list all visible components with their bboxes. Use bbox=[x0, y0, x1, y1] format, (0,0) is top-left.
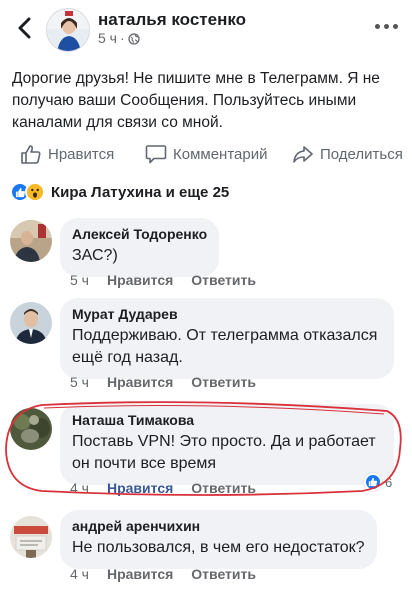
red-highlight-circle bbox=[5, 401, 402, 496]
comment-text: Не пользовался, в чем его недостаток? bbox=[72, 539, 365, 556]
more-options-icon[interactable] bbox=[375, 24, 398, 29]
comment-bubble[interactable]: Мурат Дударев Поддерживаю. От телеграмма… bbox=[60, 298, 394, 379]
like-button[interactable]: Нравится bbox=[20, 144, 114, 164]
comment-text: Поддерживаю. От телеграмма отказался ещё… bbox=[72, 327, 378, 366]
comment-reply-link[interactable]: Ответить bbox=[191, 566, 256, 582]
comment-bubble[interactable]: Алексей Тодоренко ЗАС?) bbox=[60, 218, 220, 277]
commenter-name[interactable]: андрей аренчихин bbox=[72, 518, 365, 534]
back-arrow-icon[interactable] bbox=[14, 12, 36, 44]
post-header: наталья костенко 5 ч · bbox=[0, 0, 412, 56]
comment-time: 5 ч bbox=[70, 272, 89, 288]
comment-label: Комментарий bbox=[173, 145, 268, 163]
author-avatar[interactable] bbox=[46, 8, 90, 52]
comment-reply-link[interactable]: Ответить bbox=[191, 374, 256, 390]
globe-icon bbox=[128, 32, 140, 45]
comment-like-link[interactable]: Нравится bbox=[107, 374, 173, 390]
commenter-name[interactable]: Мурат Дударев bbox=[72, 306, 382, 322]
commenter-name[interactable]: Алексей Тодоренко bbox=[72, 226, 207, 242]
post-actions: Нравится Комментарий Поделиться bbox=[0, 136, 412, 172]
share-label: Поделиться bbox=[320, 145, 403, 163]
reactions-summary[interactable]: Кира Латухина и еще 25 bbox=[10, 182, 229, 202]
author-name[interactable]: наталья костенко bbox=[98, 10, 246, 30]
comment-bubble[interactable]: андрей аренчихин Не пользовался, в чем е… bbox=[60, 510, 377, 569]
comment-icon bbox=[145, 145, 167, 164]
post-time[interactable]: 5 ч bbox=[98, 30, 117, 46]
share-arrow-icon bbox=[293, 146, 313, 163]
wow-reaction-icon bbox=[25, 182, 45, 202]
commenter-avatar[interactable] bbox=[10, 220, 52, 262]
commenter-avatar[interactable] bbox=[10, 516, 52, 558]
reactions-text: Кира Латухина и еще 25 bbox=[51, 183, 230, 201]
comment-time: 5 ч bbox=[70, 374, 89, 390]
share-button[interactable]: Поделиться bbox=[292, 144, 403, 164]
comment-time: 4 ч bbox=[70, 566, 89, 582]
post-meta: 5 ч · bbox=[98, 30, 140, 46]
comment-like-link[interactable]: Нравится bbox=[107, 272, 173, 288]
commenter-avatar[interactable] bbox=[10, 302, 52, 344]
comment-button[interactable]: Комментарий bbox=[145, 144, 267, 164]
comment-text: ЗАС?) bbox=[72, 247, 118, 264]
like-label: Нравится bbox=[48, 145, 115, 163]
comment-like-link[interactable]: Нравится bbox=[107, 566, 173, 582]
comment-reply-link[interactable]: Ответить bbox=[191, 272, 256, 288]
reaction-icons bbox=[10, 182, 45, 202]
post-text: Дорогие друзья! Не пишите мне в Телеграм… bbox=[12, 70, 380, 131]
comment-meta: 4 ч Нравится Ответить bbox=[70, 566, 256, 582]
meta-separator: · bbox=[119, 30, 125, 46]
comment-meta: 5 ч Нравится Ответить bbox=[70, 272, 256, 288]
comment-meta: 5 ч Нравится Ответить bbox=[70, 374, 256, 390]
thumbs-up-icon bbox=[21, 145, 41, 164]
